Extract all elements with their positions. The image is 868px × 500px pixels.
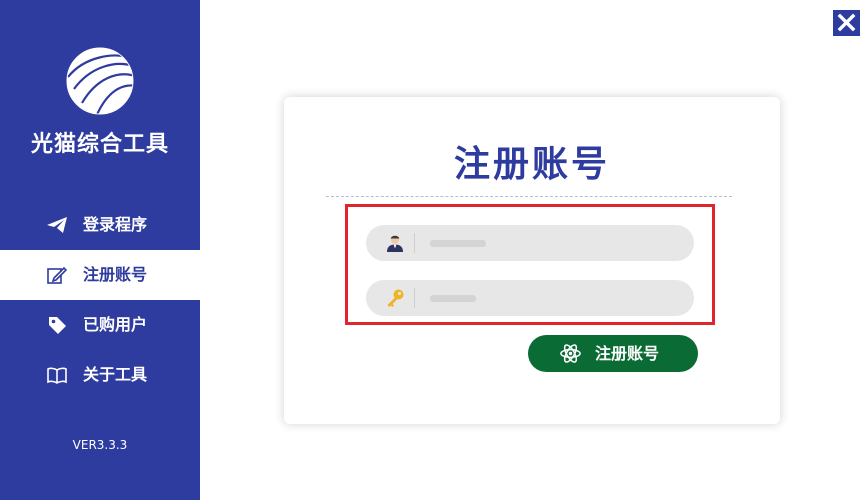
- sidebar-item-label: 已购用户: [83, 315, 148, 334]
- close-button[interactable]: [833, 10, 860, 36]
- register-card: 注册账号 注册账号: [284, 97, 780, 424]
- app-logo: [66, 47, 134, 115]
- username-input[interactable]: [424, 225, 678, 263]
- password-input[interactable]: [424, 280, 678, 318]
- password-field[interactable]: [366, 280, 694, 318]
- register-button-label: 注册账号: [595, 344, 660, 363]
- close-icon: [837, 13, 856, 32]
- edit-icon: [47, 266, 68, 284]
- username-field[interactable]: [366, 225, 694, 263]
- register-button[interactable]: 注册账号: [528, 335, 698, 372]
- sidebar-item-login[interactable]: 登录程序: [0, 200, 200, 250]
- sidebar-item-purchased-users[interactable]: 已购用户: [0, 300, 200, 350]
- book-icon: [47, 367, 67, 384]
- app-title: 光猫综合工具: [30, 132, 169, 157]
- sidebar-item-label: 注册账号: [83, 265, 148, 284]
- sidebar-nav: 登录程序 注册账号 已购用户 关于工具: [0, 200, 200, 400]
- paper-plane-icon: [47, 217, 67, 233]
- field-separator: [414, 233, 415, 253]
- tag-icon: [49, 317, 66, 334]
- atom-icon: [560, 344, 581, 363]
- sidebar: 光猫综合工具 登录程序 注册账号 已购用户 关于工具 VER3.3.3: [0, 0, 200, 500]
- sidebar-item-label: 登录程序: [83, 215, 148, 234]
- key-icon: [387, 289, 404, 307]
- sidebar-item-register[interactable]: 注册账号: [0, 250, 200, 300]
- field-separator: [414, 288, 415, 308]
- sidebar-item-label: 关于工具: [83, 365, 148, 384]
- user-icon: [387, 235, 403, 252]
- title-divider: [326, 196, 732, 197]
- version-label: VER3.3.3: [72, 438, 128, 452]
- sidebar-item-about[interactable]: 关于工具: [0, 350, 200, 400]
- app-window: 光猫综合工具 登录程序 注册账号 已购用户 关于工具 VER3.3.3 注册账号…: [0, 0, 868, 500]
- page-title: 注册账号: [453, 144, 610, 185]
